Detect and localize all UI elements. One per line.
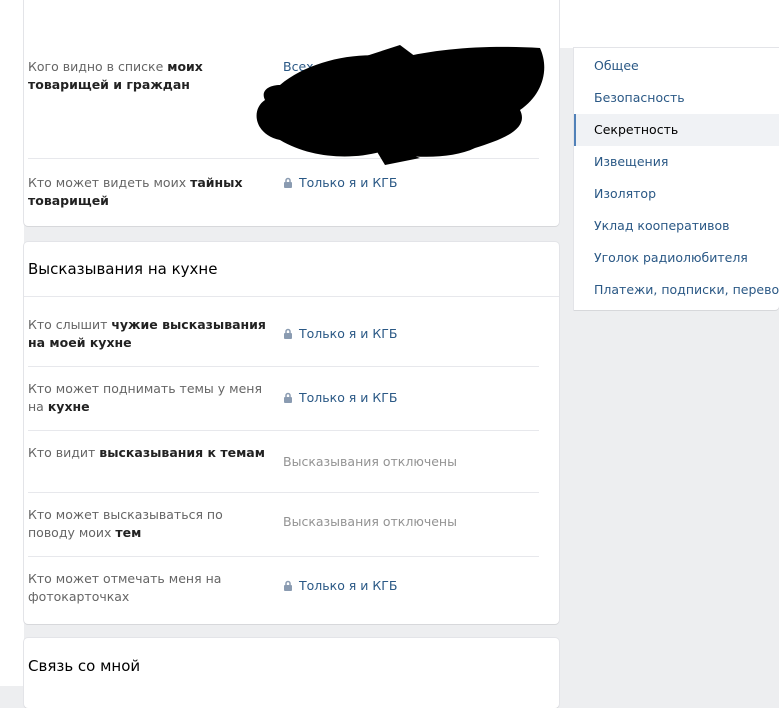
setting-value-link[interactable]: Только я и КГБ xyxy=(283,389,397,407)
setting-label: Кого видно в списке моих товарищей и гра… xyxy=(28,59,203,92)
contact-card: Связь со мной xyxy=(24,638,559,708)
menu-item-privacy[interactable]: Секретность xyxy=(574,114,779,146)
lock-icon xyxy=(284,580,292,591)
setting-label: Кто может видеть моих тайных товарищей xyxy=(28,175,243,208)
menu-item-cooperatives[interactable]: Уклад кооперативов xyxy=(574,210,779,242)
setting-label: Кто может поднимать темы у меня на кухне xyxy=(28,381,262,414)
menu-item-general[interactable]: Общее xyxy=(574,50,779,82)
setting-label: Кто слышит чужие высказывания на моей ку… xyxy=(28,317,266,350)
lock-icon xyxy=(284,177,292,188)
menu-item-security[interactable]: Безопасность xyxy=(574,82,779,114)
setting-row-view-statements: Кто видит высказывания к темам Высказыва… xyxy=(28,444,539,493)
setting-row-photo-tags: Кто может отмечать меня на фотокарточках… xyxy=(28,570,539,616)
setting-value-link[interactable]: Только я и КГБ xyxy=(283,174,397,192)
settings-menu: Общее Безопасность Секретность Извещения… xyxy=(574,48,779,310)
setting-row-raise-topics: Кто может поднимать темы у меня на кухне… xyxy=(28,380,539,431)
setting-row-foreign-statements: Кто слышит чужие высказывания на моей ку… xyxy=(28,316,539,367)
lock-icon xyxy=(284,392,292,403)
lock-icon xyxy=(284,328,292,339)
setting-row-hidden-friends: Кто может видеть моих тайных товарищей Т… xyxy=(28,174,539,218)
setting-value-link[interactable]: Только я и КГБ xyxy=(283,577,397,595)
menu-item-blacklist[interactable]: Изолятор xyxy=(574,178,779,210)
kitchen-card: Высказывания на кухне Кто слышит чужие в… xyxy=(24,242,559,624)
menu-item-notifications[interactable]: Извещения xyxy=(574,146,779,178)
setting-row-comment-topics: Кто может высказываться по поводу моих т… xyxy=(28,506,539,557)
setting-value-link[interactable]: Только я и КГБ xyxy=(283,325,397,343)
setting-value-disabled: Высказывания отключены xyxy=(283,454,457,469)
setting-value-disabled: Высказывания отключены xyxy=(283,514,457,529)
section-title: Высказывания на кухне xyxy=(24,242,559,297)
left-background xyxy=(0,0,24,686)
menu-item-radio-corner[interactable]: Уголок радиолюбителя xyxy=(574,242,779,274)
menu-item-payments[interactable]: Платежи, подписки, переводы xyxy=(574,274,779,306)
setting-label: Кто может высказываться по поводу моих т… xyxy=(28,507,223,540)
setting-label: Кто может отмечать меня на фотокарточках xyxy=(28,571,222,604)
redaction-scribble xyxy=(256,45,545,165)
setting-label: Кто видит высказывания к темам xyxy=(28,445,265,460)
